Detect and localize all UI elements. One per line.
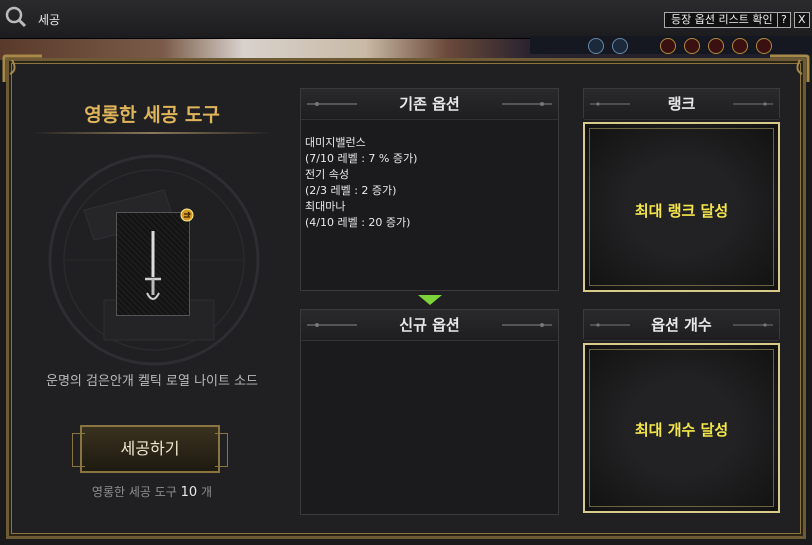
potion-icon (708, 38, 724, 54)
tool-title: 영롱한 세공 도구 (84, 104, 220, 126)
header-ornament-icon (502, 323, 552, 327)
tool-count-value: 10 (180, 485, 198, 500)
skill-icon (588, 38, 604, 54)
hud-skill-bar (530, 36, 812, 54)
title-bar: 세공 등장 옵션 리스트 확인 ? X (0, 0, 812, 39)
option-count-title: 옵션 개수 (651, 316, 712, 334)
item-slot[interactable] (116, 212, 190, 316)
tool-count-label: 영롱한 세공 도구 (91, 485, 177, 499)
window-title: 세공 (38, 13, 61, 27)
tool-count: 영롱한 세공 도구 10 개 (14, 483, 290, 500)
potion-icon (756, 38, 772, 54)
rank-title: 랭크 (667, 95, 696, 113)
tool-panel: 영롱한 세공 도구 운명의 검은안개 켈틱 로열 나이트 소드 세공하기 영롱한… (14, 70, 290, 530)
existing-options-title: 기존 옵션 (399, 95, 460, 113)
header-ornament-icon (733, 323, 773, 327)
rank-status-text: 최대 랭크 달성 (634, 202, 729, 220)
rank-status-box: 최대 랭크 달성 (583, 122, 780, 292)
existing-options-list: 대미지밸런스 (7/10 레벨 : 7 % 증가) 전기 속성 (2/3 레벨 … (305, 135, 417, 231)
sword-icon (145, 231, 161, 300)
option-line: 최대마나 (305, 200, 346, 213)
new-options-title: 신규 옵션 (399, 316, 460, 334)
new-options-box: 신규 옵션 (300, 309, 559, 515)
potion-icon (732, 38, 748, 54)
rank-header-box: 랭크 (583, 88, 780, 120)
ornament-corner-icon (770, 54, 810, 82)
header-ornament-icon (307, 323, 357, 327)
existing-options-header: 기존 옵션 (301, 89, 558, 120)
potion-icon (660, 38, 676, 54)
option-list-button[interactable]: 등장 옵션 리스트 확인 (664, 12, 780, 28)
option-line: (2/3 레벨 : 2 증가) (305, 184, 397, 197)
option-line: 전기 속성 (305, 168, 349, 181)
existing-options-box: 기존 옵션 대미지밸런스 (7/10 레벨 : 7 % 증가) 전기 속성 (2… (300, 88, 559, 291)
option-count-header: 옵션 개수 (584, 310, 779, 341)
header-ornament-icon (502, 102, 552, 106)
skill-icon (612, 38, 628, 54)
option-line: (7/10 레벨 : 7 % 증가) (305, 152, 418, 165)
divider (32, 132, 272, 134)
header-ornament-icon (590, 102, 630, 106)
header-ornament-icon (590, 323, 630, 327)
tool-count-unit: 개 (201, 485, 213, 499)
new-options-header: 신규 옵션 (301, 310, 558, 341)
magnifier-icon (5, 6, 27, 28)
exchange-icon (180, 208, 194, 222)
option-count-status-box: 최대 개수 달성 (583, 343, 780, 513)
craft-button[interactable]: 세공하기 (72, 425, 228, 473)
item-name: 운명의 검은안개 켈틱 로열 나이트 소드 (45, 374, 259, 389)
rank-header: 랭크 (584, 89, 779, 120)
potion-icon (684, 38, 700, 54)
arrow-down-icon (418, 295, 442, 305)
option-count-header-box: 옵션 개수 (583, 309, 780, 341)
header-ornament-icon (733, 102, 773, 106)
header-ornament-icon (307, 102, 357, 106)
option-count-status-text: 최대 개수 달성 (634, 421, 729, 439)
option-line: (4/10 레벨 : 20 증가) (305, 216, 411, 229)
option-line: 대미지밸런스 (305, 136, 366, 149)
close-button[interactable]: X (794, 12, 810, 28)
help-button[interactable]: ? (777, 12, 791, 28)
